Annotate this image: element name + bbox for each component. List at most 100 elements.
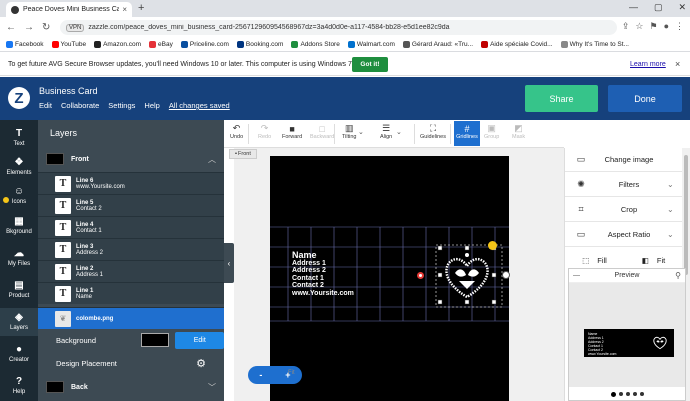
maximize-icon[interactable]: ▢ [654,2,663,13]
window-close-icon[interactable]: ✕ [678,2,686,13]
panel-row-filters[interactable]: ✺ Filters ⌄ [565,173,683,197]
fit-option[interactable]: ◧ Fit [624,256,683,265]
bookmark-item[interactable]: Why It's Time to St... [560,41,629,48]
rail-item-text[interactable]: T Text [0,124,38,152]
peace-doves-icon[interactable] [437,245,497,305]
panel-row-change-image[interactable]: ▭ Change image [565,148,683,172]
card-text-block[interactable]: Name Address 1 Address 2 Contact 1 Conta… [292,251,354,298]
rail-item-icons[interactable]: ☺ Icons [0,182,38,210]
minimize-icon[interactable]: — [629,2,638,13]
layer-group-front[interactable]: Front ︿ [38,148,224,170]
url-text[interactable]: zazzle.com/peace_doves_mini_business_car… [88,24,611,31]
share-button[interactable]: Share [525,85,598,112]
layer-row[interactable]: T Line 5 Contact 2 [38,194,224,216]
zoom-out-button[interactable]: - [259,370,262,380]
chevron-down-icon[interactable]: ﹀ [208,382,216,393]
rotate-handle-icon[interactable] [417,272,424,279]
preview-image[interactable]: Name Address 1 Address 2 Contact 1 Contact 2… [569,283,685,387]
toolbar-undo-button[interactable]: ↶ Undo [230,123,243,140]
bookmark-item[interactable]: eBay [149,41,173,48]
back-icon[interactable]: ← [6,22,16,33]
share-page-icon[interactable]: ⇪ [622,21,630,32]
bookmark-item[interactable]: Facebook [6,41,44,48]
zoom-preview-icon[interactable]: ⚲ [675,271,681,280]
card-address-1[interactable]: Address 1 [292,260,354,268]
layer-row[interactable]: T Line 2 Address 1 [38,260,224,282]
panel-row-crop[interactable]: ⌗ Crop ⌄ [565,198,683,222]
layer-image[interactable]: ❦ colombe.png [38,307,224,329]
toolbar-gridlines-button[interactable]: # Gridlines [454,121,480,146]
card-contact-2[interactable]: Contact 2 [292,282,354,290]
toolbar-align-button[interactable]: ☰ Align [380,123,392,140]
toolbar-forward-button[interactable]: ■ Forward [282,123,302,141]
layer-row[interactable]: T Line 4 Contact 1 [38,216,224,238]
forward-icon[interactable]: → [24,22,34,33]
rail-item-product[interactable]: ▤ Product [0,276,38,304]
card-address-2[interactable]: Address 2 [292,267,354,275]
layer-row[interactable]: T Line 3 Address 2 [38,238,224,260]
menu-settings[interactable]: Settings [108,101,135,110]
gear-icon[interactable]: ⚙ [196,357,206,370]
toolbar-tilting-button[interactable]: ▥ Tilting [342,123,356,140]
zazzle-logo-icon[interactable]: Z [8,87,30,109]
notice-close-icon[interactable]: × [675,59,680,69]
bookmark-item[interactable]: Aide spéciale Covid... [481,41,553,48]
preview-dot[interactable] [625,392,630,396]
layer-row[interactable]: T Line 1 Name [38,282,224,304]
new-tab-button[interactable]: + [138,2,144,14]
zoom-fit-label[interactable]: Fit [288,370,295,376]
edit-background-button[interactable]: Edit [175,331,224,349]
background-color-swatch[interactable] [141,333,170,347]
bookmark-item[interactable]: Walmart.com [347,41,395,48]
bookmark-item[interactable]: Priceline.com [180,41,229,48]
bookmark-item[interactable]: Amazon.com [94,41,141,48]
resize-handle-icon[interactable] [502,271,510,279]
preview-dot[interactable] [632,392,637,396]
menu-icon[interactable]: ⋮ [675,21,684,32]
rail-item-elements[interactable]: ❖ Elements [0,153,38,181]
rail-item-help[interactable]: ? Help [0,372,38,400]
collapse-preview-icon[interactable]: — [573,272,580,279]
collapse-panel-button[interactable]: ‹ [224,243,234,283]
dropdown-chevron-icon[interactable]: ⌄ [358,128,364,136]
rail-item-bkground[interactable]: ▦ Bkground [0,212,38,240]
learn-more-link[interactable]: Learn more [630,61,666,68]
bookmark-item[interactable]: Addons Store [291,41,340,48]
reload-icon[interactable]: ↻ [42,22,50,33]
toolbar-guidelines-button[interactable]: ⛶ Guidelines [420,123,446,140]
got-it-button[interactable]: Got it! [352,57,388,72]
browser-tab[interactable]: Peace Doves Mini Business Card × [6,2,132,17]
fill-option[interactable]: ⬚ Fill [565,256,624,265]
bookmark-item[interactable]: YouTube [51,41,86,48]
extensions-icon[interactable]: ⚑ [649,21,657,32]
layer-row[interactable]: T Line 6 www.Yoursite.com [38,172,224,194]
bookmark-item[interactable]: Booking.com [236,41,283,48]
bookmark-item[interactable]: Gérard Araud: «Tru... [402,41,473,48]
done-button[interactable]: Done [608,85,682,112]
menu-collaborate[interactable]: Collaborate [61,101,99,110]
menu-edit[interactable]: Edit [39,101,52,110]
url-field[interactable]: VPN zazzle.com/peace_doves_mini_business… [60,20,617,35]
front-side-chip[interactable]: ▪ Front [229,149,257,159]
bookmark-star-icon[interactable]: ☆ [635,21,643,32]
rail-item-creator[interactable]: ● Creator [0,340,38,368]
layer-group-back[interactable]: Back ﹀ [38,376,224,398]
scrollbar-thumb[interactable] [684,155,688,275]
dropdown-chevron-icon[interactable]: ⌄ [396,128,402,136]
rail-item-my-files[interactable]: ☁ My Files [0,244,38,272]
panel-row-aspect-ratio[interactable]: ▭ Aspect Ratio ⌄ [565,223,683,247]
menu-help[interactable]: Help [144,101,159,110]
tab-close-icon[interactable]: × [122,5,127,14]
card-website[interactable]: www.Yoursite.com [292,290,354,298]
preview-dot[interactable] [618,392,623,396]
preview-dot[interactable] [639,392,644,396]
chevron-up-icon[interactable]: ︿ [208,154,216,165]
design-placement-row[interactable]: Design Placement ⚙ [38,353,224,373]
vpn-badge[interactable]: VPN [66,23,85,32]
rail-item-layers[interactable]: ◈ Layers [0,308,38,336]
card-name[interactable]: Name [292,251,354,260]
save-status-link[interactable]: All changes saved [169,101,230,110]
card-contact-1[interactable]: Contact 1 [292,275,354,283]
profile-icon[interactable]: ● [664,21,669,32]
preview-dot[interactable] [610,391,616,397]
